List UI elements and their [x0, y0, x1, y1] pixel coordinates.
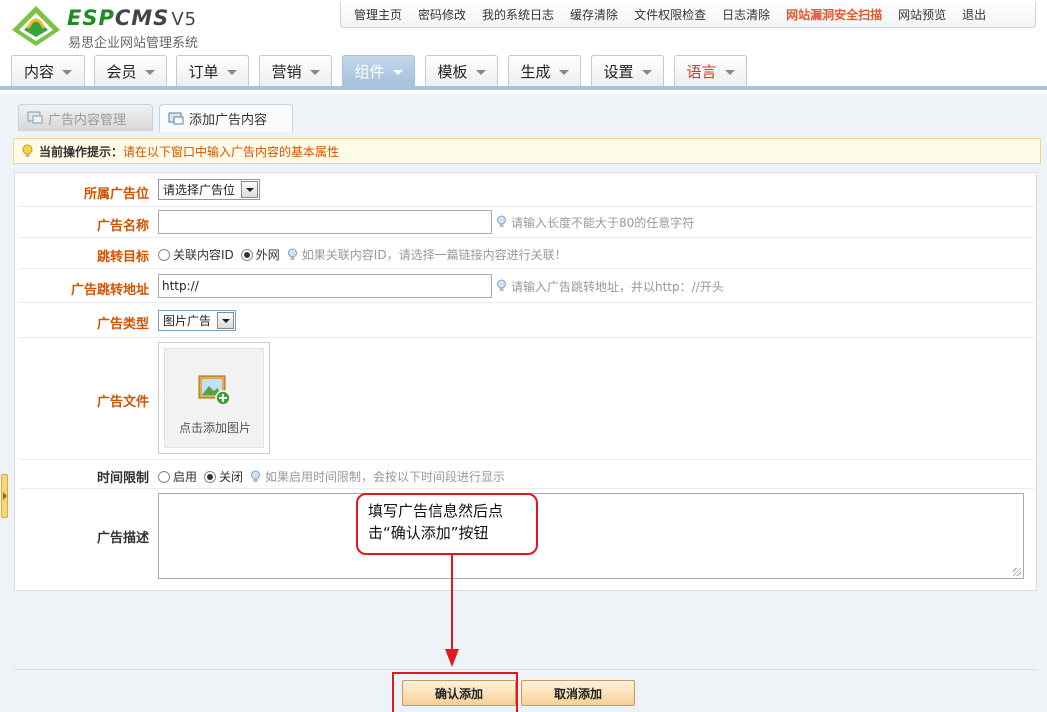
chevron-down-icon	[144, 69, 155, 75]
row-ad-file: 广告文件 点击添加图片	[19, 338, 1034, 460]
tab-ad-content-manage[interactable]: 广告内容管理	[18, 104, 153, 131]
link-change-password[interactable]: 密码修改	[410, 6, 474, 23]
logo: ESPCMS V5 易思企业网站管理系统	[10, 4, 220, 51]
brand-name: ESPCMS V5	[67, 6, 198, 30]
link-admin-home[interactable]: 管理主页	[346, 6, 410, 23]
chevron-down-icon	[309, 69, 320, 75]
main-nav: 内容 会员 订单 营销 组件 模板 生成 设置 语言	[0, 50, 1047, 90]
ad-type-label: 广告类型	[96, 317, 149, 332]
jump-target-hint: 如果关联内容ID，请选择一篇链接内容进行关联！	[287, 246, 567, 263]
chevron-down-icon	[724, 69, 735, 75]
ad-url-input[interactable]: http://	[158, 274, 492, 298]
nav-order[interactable]: 订单	[176, 55, 249, 86]
time-limit-hint: 如果启用时间限制，会按以下时间段进行显示	[250, 468, 505, 485]
link-logout[interactable]: 退出	[954, 6, 994, 23]
chevron-down-icon	[62, 69, 72, 75]
lightbulb-icon	[497, 215, 506, 227]
monitor-icon	[168, 112, 184, 124]
nav-template[interactable]: 模板	[425, 55, 498, 86]
row-ad-position: 所属广告位 请选择广告位	[19, 173, 1034, 207]
radio-related-content-id-label[interactable]: 关联内容ID	[173, 246, 234, 263]
ad-type-select[interactable]: 图片广告	[158, 310, 237, 331]
operation-tip: 当前操作提示： 请在以下窗口中输入广告内容的基本属性	[13, 138, 1041, 164]
dropdown-arrow-icon	[217, 312, 235, 329]
jump-target-label: 跳转目标	[96, 250, 149, 265]
nav-components[interactable]: 组件	[342, 55, 415, 86]
tab-add-ad-content[interactable]: 添加广告内容	[159, 104, 293, 132]
ad-file-label: 广告文件	[96, 395, 149, 410]
radio-disable[interactable]	[204, 470, 217, 483]
row-time-limit: 时间限制 启用 关闭 如果启用时间限制，会按以下时间段进行显示	[19, 460, 1034, 489]
chevron-down-icon	[558, 69, 569, 75]
link-clear-cache[interactable]: 缓存清除	[562, 6, 626, 23]
lightbulb-icon	[22, 144, 33, 157]
row-ad-type: 广告类型 图片广告	[19, 303, 1034, 338]
action-bar: 确认添加 取消添加	[14, 669, 1037, 712]
ad-name-input[interactable]	[158, 210, 492, 234]
nav-content[interactable]: 内容	[11, 55, 85, 86]
annotation-callout: 填写广告信息然后点 击“确认添加”按钮	[356, 493, 538, 555]
radio-related-content-id[interactable]	[158, 248, 170, 261]
row-jump-target: 跳转目标 关联内容ID 外网 如果关联内容ID，请选择一篇链接内容进行关联！	[19, 238, 1034, 269]
add-picture-icon	[198, 375, 231, 406]
row-ad-name: 广告名称 请输入长度不能大于80的任意字符	[19, 207, 1034, 238]
chevron-down-icon	[392, 69, 403, 75]
link-security-scan[interactable]: 网站漏洞安全扫描	[778, 6, 890, 23]
monitor-icon	[27, 111, 43, 124]
tip-text: 请在以下窗口中输入广告内容的基本属性	[123, 144, 340, 159]
tip-label: 当前操作提示：	[39, 144, 124, 159]
ad-description-label: 广告描述	[96, 531, 149, 546]
ad-name-label: 广告名称	[96, 219, 149, 234]
sidebar-toggle-handle[interactable]	[1, 474, 8, 518]
time-limit-label: 时间限制	[96, 471, 149, 486]
ad-url-hint: 请输入广告跳转地址，并以http：//开头	[496, 278, 724, 295]
link-site-preview[interactable]: 网站预览	[890, 6, 954, 23]
dropdown-arrow-icon	[241, 181, 259, 198]
row-ad-url: 广告跳转地址 http:// 请输入广告跳转地址，并以http：//开头	[19, 269, 1034, 303]
link-my-system-log[interactable]: 我的系统日志	[474, 6, 562, 23]
content-area: 广告内容管理 添加广告内容 当前操作提示： 请在以下窗口中输入广告内容的基本属性…	[0, 94, 1047, 712]
nav-member[interactable]: 会员	[94, 55, 167, 86]
ad-url-label: 广告跳转地址	[70, 283, 149, 298]
radio-enable[interactable]	[158, 470, 170, 483]
confirm-add-button[interactable]: 确认添加	[402, 680, 516, 706]
lightbulb-icon	[287, 248, 297, 260]
app-window: ESPCMS V5 易思企业网站管理系统 管理主页 密码修改 我的系统日志 缓存清…	[0, 0, 1047, 712]
chevron-down-icon	[475, 69, 486, 75]
cancel-add-button[interactable]: 取消添加	[521, 680, 635, 706]
ad-name-hint: 请输入长度不能大于80的任意字符	[496, 214, 694, 231]
radio-enable-label[interactable]: 启用	[173, 468, 197, 485]
radio-external[interactable]	[240, 248, 253, 261]
link-clear-log[interactable]: 日志清除	[714, 6, 778, 23]
ad-position-select[interactable]: 请选择广告位	[158, 179, 261, 200]
brand-subtitle: 易思企业网站管理系统	[68, 36, 199, 51]
radio-external-label[interactable]: 外网	[256, 246, 280, 263]
nav-generate[interactable]: 生成	[508, 55, 581, 86]
annotation-arrow	[445, 553, 459, 667]
nav-marketing[interactable]: 营销	[259, 55, 332, 86]
ad-position-label: 所属广告位	[83, 187, 149, 202]
chevron-down-icon	[641, 69, 652, 75]
lightbulb-icon	[251, 470, 261, 482]
add-image-text: 点击添加图片	[178, 421, 251, 435]
link-file-permission-check[interactable]: 文件权限检查	[626, 6, 714, 23]
resize-grip-icon[interactable]	[1013, 568, 1021, 576]
esp-logo-icon	[12, 6, 60, 46]
radio-disable-label[interactable]: 关闭	[219, 468, 243, 485]
chevron-down-icon	[226, 69, 237, 75]
lightbulb-icon	[497, 279, 506, 291]
add-image-button[interactable]: 点击添加图片	[158, 342, 270, 454]
ad-description-textarea[interactable]	[158, 493, 1024, 579]
nav-language[interactable]: 语言	[674, 55, 747, 86]
top-links-bar: 管理主页 密码修改 我的系统日志 缓存清除 文件权限检查 日志清除 网站漏洞安全…	[340, 2, 1036, 28]
nav-settings[interactable]: 设置	[591, 55, 664, 86]
